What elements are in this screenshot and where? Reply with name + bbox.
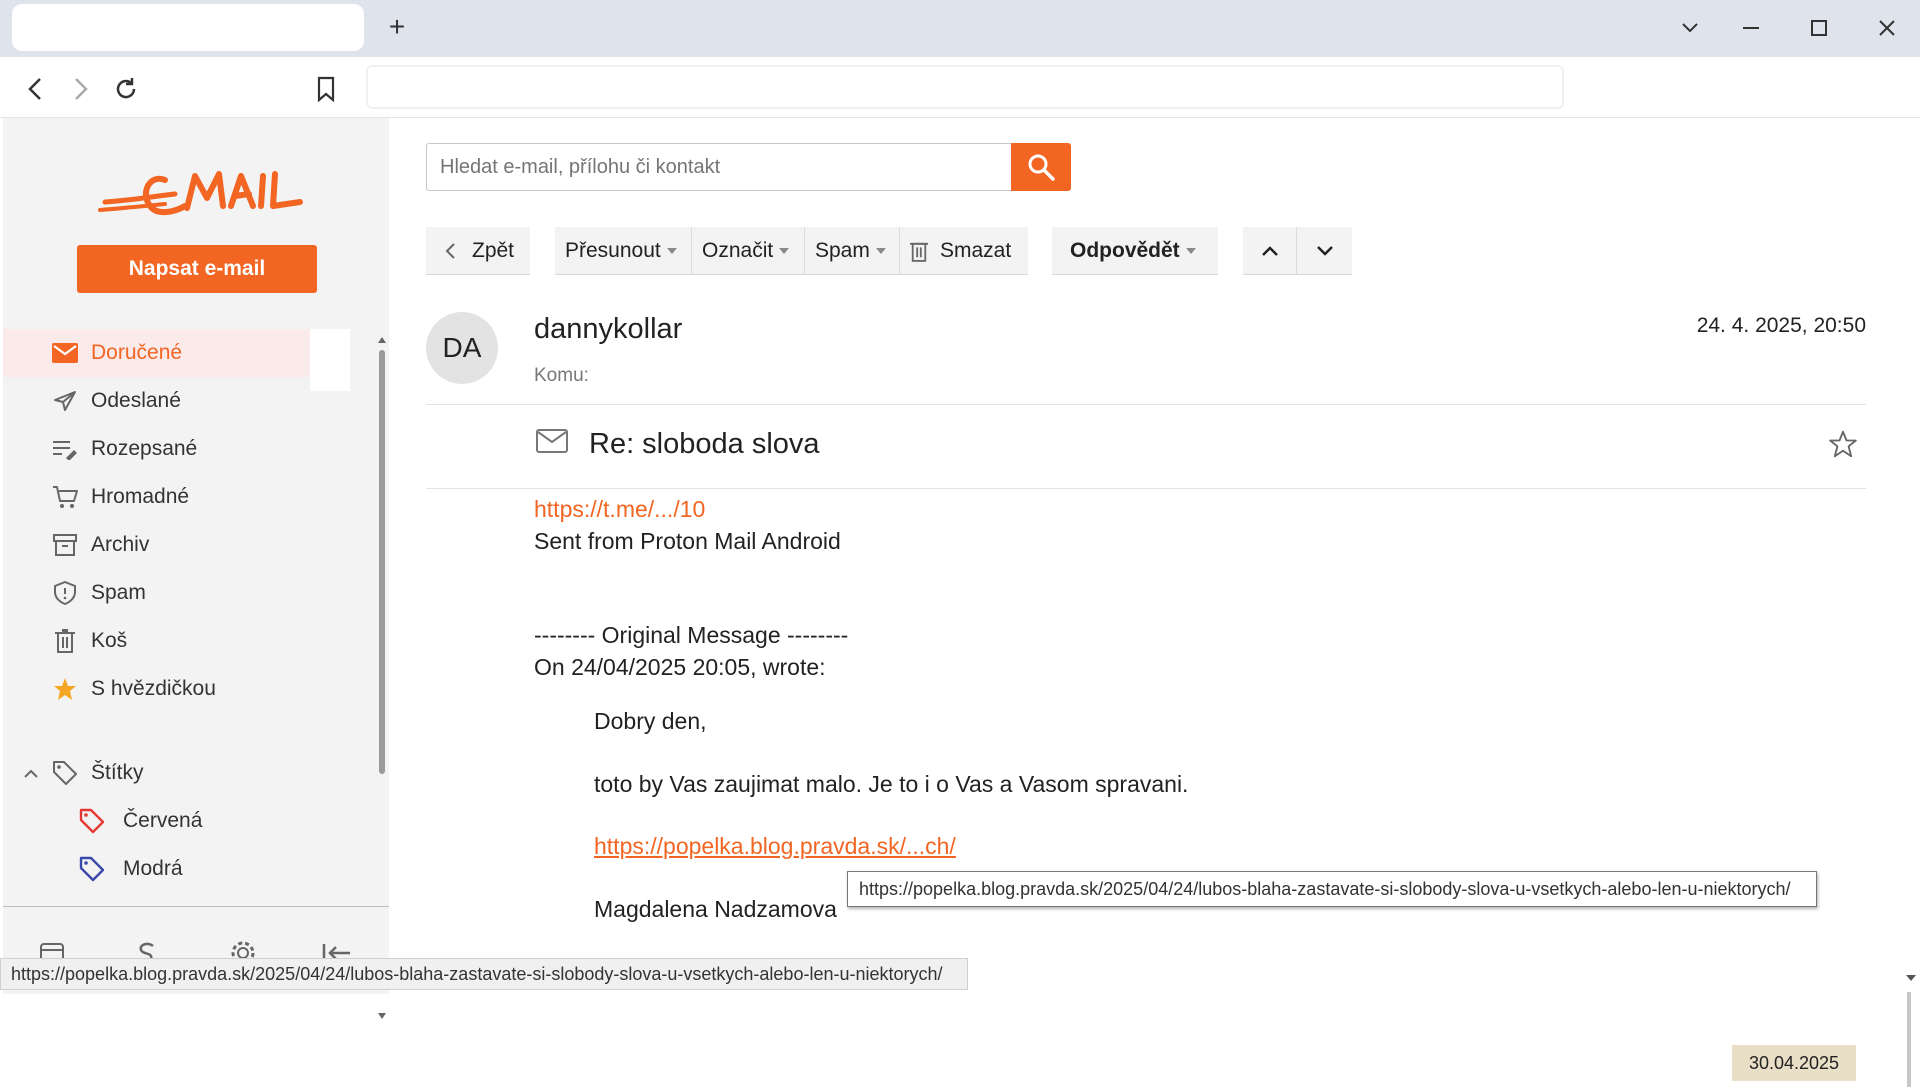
label-item-blue[interactable]: Modrá [79, 845, 183, 893]
sidebar-item-label: S hvězdičkou [91, 677, 216, 700]
draft-icon [48, 438, 82, 460]
chevron-down-icon [1316, 245, 1333, 256]
address-bar[interactable] [366, 65, 1564, 109]
shield-icon [48, 581, 82, 605]
cart-icon [48, 485, 82, 509]
search-input[interactable] [426, 143, 1012, 191]
tab-list-icon[interactable] [1670, 10, 1710, 46]
back-button-label: Zpět [472, 238, 515, 262]
page-scrollbar[interactable] [1904, 970, 1918, 1087]
recipient-label: Komu: [534, 365, 589, 386]
message-nav [1243, 226, 1352, 275]
chevron-left-icon [445, 242, 455, 259]
sidebar-item-trash[interactable]: Koš [3, 617, 310, 665]
tag-icon [79, 856, 109, 882]
labels-section-toggle[interactable]: Štítky [3, 749, 310, 797]
sidebar-item-bulk[interactable]: Hromadné [3, 473, 310, 521]
quoted-link[interactable]: https://popelka.blog.pravda.sk/...ch/ [594, 833, 956, 860]
sidebar-item-label: Hromadné [91, 485, 190, 508]
trash-icon [48, 629, 82, 653]
compose-button[interactable]: Napsat e-mail [77, 245, 317, 293]
message-text: On 24/04/2025 20:05, wrote: [534, 654, 826, 680]
message-text: Sent from Proton Mail Android [534, 528, 841, 554]
label-item-text: Červená [123, 809, 203, 832]
labels-section-title: Štítky [91, 761, 144, 784]
spam-button[interactable]: Spam [805, 226, 900, 275]
reply-button-label: Odpovědět [1070, 238, 1180, 262]
label-item-text: Modrá [123, 857, 183, 880]
archive-icon [48, 534, 82, 556]
spam-button-label: Spam [815, 238, 870, 262]
delete-button-label: Smazat [940, 238, 1012, 262]
search-button[interactable] [1011, 143, 1071, 191]
envelope-icon [536, 428, 568, 459]
action-toolbar: Přesunout Označit Spam Smazat [555, 226, 1028, 275]
sidebar-item-archive[interactable]: Archiv [3, 521, 310, 569]
browser-tab[interactable] [12, 4, 364, 51]
sender-name[interactable]: dannykollar [534, 313, 682, 346]
sidebar-scroll-thumb[interactable] [379, 350, 385, 774]
reply-button[interactable]: Odpovědět [1052, 227, 1218, 275]
reload-icon[interactable] [108, 71, 144, 107]
link-tooltip: https://popelka.blog.pravda.sk/2025/04/2… [847, 871, 1817, 907]
next-message-button[interactable] [1297, 227, 1352, 275]
previous-message-button[interactable] [1243, 226, 1297, 275]
star-icon [48, 677, 82, 701]
tag-icon [48, 760, 82, 786]
navigation-bar [0, 57, 1920, 118]
maximize-icon[interactable] [1799, 10, 1839, 46]
message-subject: Re: sloboda slova [589, 428, 820, 460]
delete-button[interactable]: Smazat [900, 227, 1028, 275]
message-link[interactable]: https://t.me/.../10 [534, 496, 705, 523]
bookmark-icon[interactable] [308, 71, 344, 107]
tab-bar: + [0, 0, 1920, 57]
sidebar-item-sent[interactable]: Odeslané [3, 377, 310, 425]
sidebar-item-label: Koš [91, 629, 128, 652]
quoted-text: Dobry den, [594, 708, 707, 734]
minimize-icon[interactable] [1731, 10, 1771, 46]
divider [426, 404, 1866, 405]
sidebar-scrollbar[interactable] [377, 336, 387, 1019]
tag-icon [79, 808, 109, 834]
divider [426, 488, 1866, 489]
envelope-icon [48, 343, 82, 363]
search-icon [1028, 154, 1055, 181]
sidebar-item-label: Rozepsané [91, 437, 198, 460]
sidebar-item-spam[interactable]: Spam [3, 569, 310, 617]
label-item-red[interactable]: Červená [79, 797, 202, 845]
move-button-label: Přesunout [565, 238, 661, 262]
mark-button-label: Označit [702, 238, 774, 262]
trash-icon [910, 242, 928, 262]
chevron-up-icon [1261, 245, 1278, 256]
message-date: 24. 4. 2025, 20:50 [1696, 314, 1866, 337]
back-button[interactable]: Zpět [426, 227, 530, 275]
taskbar-date: 30.04.2025 [1732, 1045, 1856, 1081]
message-text: -------- Original Message -------- [534, 622, 849, 648]
star-icon[interactable] [1829, 430, 1857, 463]
close-icon[interactable] [1867, 10, 1907, 46]
sidebar-item-drafts[interactable]: Rozepsané [3, 425, 310, 473]
mark-button[interactable]: Označit [692, 226, 805, 275]
email-logo[interactable] [95, 162, 305, 232]
sidebar-item-label: Doručené [91, 341, 183, 364]
sidebar-item-inbox[interactable]: Doručené [3, 329, 350, 391]
status-bar-url: https://popelka.blog.pravda.sk/2025/04/2… [0, 958, 968, 990]
quoted-text: toto by Vas zaujimat malo. Je to i o Vas… [594, 771, 1189, 797]
paper-plane-icon [48, 390, 82, 412]
sidebar-item-label: Archiv [91, 533, 150, 556]
sidebar-item-label: Odeslané [91, 389, 181, 412]
move-button[interactable]: Přesunout [555, 226, 692, 275]
sidebar-item-label: Spam [91, 581, 146, 604]
sidebar: Napsat e-mail Doručené Odeslané Rozepsan… [3, 118, 389, 1019]
back-arrow-icon[interactable] [18, 71, 54, 107]
quoted-text: Magdalena Nadzamova [594, 896, 837, 922]
chevron-up-icon[interactable] [23, 761, 39, 785]
forward-arrow-icon[interactable] [62, 71, 98, 107]
new-tab-button[interactable]: + [382, 10, 412, 44]
avatar: DA [426, 312, 498, 384]
sidebar-item-starred[interactable]: S hvězdičkou [3, 665, 310, 713]
